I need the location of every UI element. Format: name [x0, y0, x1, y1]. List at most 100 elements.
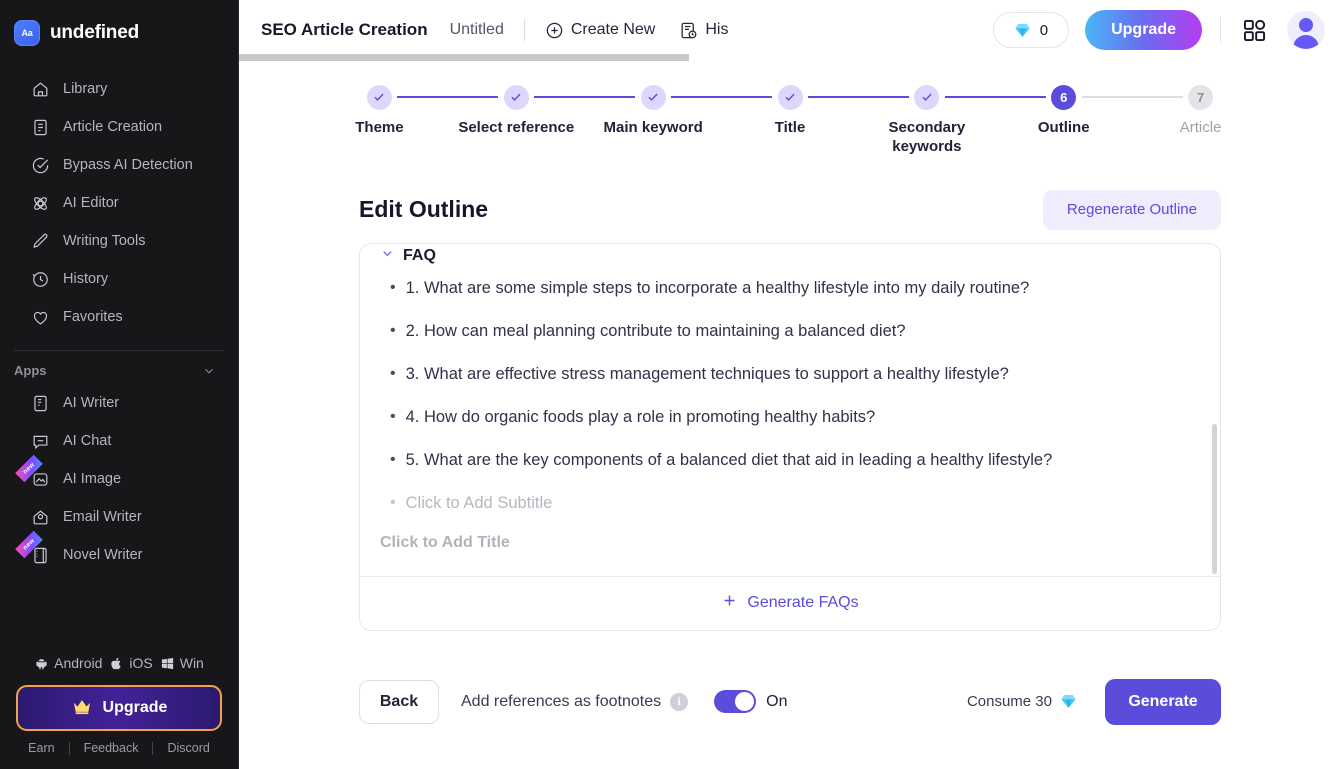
add-subtitle-row[interactable]: • Click to Add Subtitle: [380, 481, 1200, 524]
generate-button[interactable]: Generate: [1105, 678, 1221, 725]
outline-section-faq[interactable]: FAQ: [380, 244, 1200, 266]
step-title[interactable]: Title: [722, 84, 909, 157]
history-label: His: [705, 21, 729, 38]
check-icon: [785, 93, 795, 101]
outline-panel-header: Edit Outline Regenerate Outline: [359, 187, 1221, 233]
sidebar-item-ai-image[interactable]: new AI Image: [0, 454, 238, 498]
footnotes-toggle[interactable]: [714, 690, 757, 713]
avatar-body: [1293, 35, 1319, 49]
bullet-icon: •: [390, 493, 396, 511]
header-upgrade-button[interactable]: Upgrade: [1085, 10, 1202, 50]
sidebar-item-article-creation[interactable]: Article Creation: [0, 108, 238, 146]
novel-writer-icon: [30, 545, 50, 565]
outline-item[interactable]: • 2. How can meal planning contribute to…: [380, 309, 1200, 352]
sidebar-item-label: AI Image: [63, 471, 122, 487]
sidebar-item-ai-writer[interactable]: AI Writer: [0, 384, 238, 422]
sidebar-item-ai-chat[interactable]: AI Chat: [0, 422, 238, 460]
brand-name: undefined: [50, 22, 139, 43]
platform-android[interactable]: Android: [34, 655, 102, 671]
outline-scroll-region[interactable]: FAQ • 1. What are some simple steps to i…: [360, 244, 1220, 576]
outline-item[interactable]: • 3. What are effective stress managemen…: [380, 352, 1200, 395]
step-secondary-keywords[interactable]: Secondary keywords: [858, 84, 1046, 157]
outline-item-text: 3. What are effective stress management …: [405, 364, 1009, 383]
article-icon: [30, 117, 50, 137]
add-title-placeholder[interactable]: Click to Add Title: [380, 524, 1200, 562]
step-connector: [944, 96, 1046, 98]
app-logo-glyph: Aa: [21, 28, 33, 38]
sidebar-item-label: AI Editor: [63, 195, 119, 211]
apps-section-header[interactable]: Apps: [0, 351, 238, 384]
regenerate-outline-button[interactable]: Regenerate Outline: [1042, 189, 1221, 230]
sidebar-item-history[interactable]: History: [0, 260, 238, 298]
credits-count: 0: [1039, 21, 1049, 39]
generate-faqs-button[interactable]: Generate FAQs: [360, 575, 1220, 630]
clock-icon: [30, 269, 50, 289]
footer-link-feedback[interactable]: Feedback: [70, 741, 153, 755]
platform-ios[interactable]: iOS: [109, 655, 153, 671]
create-new-button[interactable]: Create New: [545, 21, 655, 40]
apps-grid-icon[interactable]: [1239, 15, 1269, 45]
back-button[interactable]: Back: [359, 679, 439, 724]
credits-button[interactable]: 0: [992, 12, 1070, 48]
footnotes-label: Add references as footnotes: [461, 692, 662, 710]
step-theme[interactable]: Theme: [311, 84, 499, 157]
wizard-footer: Back Add references as footnotes i On Co…: [359, 631, 1221, 725]
step-main-keyword[interactable]: Main keyword: [585, 84, 772, 157]
brand-logo[interactable]: Aa undefined: [0, 0, 238, 52]
sidebar-item-ai-editor[interactable]: AI Editor: [0, 184, 238, 222]
main-area: SEO Article Creation Untitled Create New…: [239, 0, 1341, 769]
footer-link-earn[interactable]: Earn: [14, 741, 68, 755]
apps-list: AI Writer AI Chat new AI Image Email Wri…: [0, 384, 238, 574]
outline-card: FAQ • 1. What are some simple steps to i…: [359, 242, 1221, 631]
check-icon: [648, 93, 658, 101]
sidebar-item-favorites[interactable]: Favorites: [0, 298, 238, 336]
step-status-indicator: 6: [1051, 84, 1077, 110]
outline-item[interactable]: • 4. How do organic foods play a role in…: [380, 395, 1200, 438]
platform-windows[interactable]: Win: [160, 655, 204, 671]
sidebar-item-label: Article Creation: [63, 119, 163, 135]
sidebar-item-novel-writer[interactable]: new Novel Writer: [0, 530, 238, 574]
outline-item[interactable]: • 1. What are some simple steps to incor…: [380, 266, 1200, 309]
sidebar-upgrade-button[interactable]: Upgrade: [16, 685, 222, 731]
outline-heading: Edit Outline: [359, 196, 489, 222]
sidebar-item-email-writer[interactable]: Email Writer: [0, 498, 238, 536]
bullet-icon: •: [390, 364, 396, 382]
step-status-indicator: [366, 84, 392, 110]
chevron-down-icon[interactable]: [202, 364, 216, 378]
outline-item-text: 1. What are some simple steps to incorpo…: [405, 278, 1030, 297]
info-icon[interactable]: i: [670, 692, 689, 711]
step-label: Outline: [1037, 119, 1090, 136]
avatar[interactable]: [1287, 11, 1325, 49]
outline-item-text: 5. What are the key components of a bala…: [405, 450, 1053, 469]
generate-faqs-label: Generate FAQs: [747, 594, 859, 611]
email-writer-icon: [30, 507, 50, 527]
document-name[interactable]: Untitled: [450, 21, 504, 39]
gem-icon: [1014, 22, 1031, 39]
step-outline[interactable]: 6 Outline: [995, 84, 1183, 157]
outline-scrollbar-thumb[interactable]: [1212, 423, 1217, 574]
chevron-down-icon[interactable]: [380, 246, 395, 266]
step-connector: [671, 96, 772, 98]
step-select-reference[interactable]: Select reference: [448, 84, 636, 157]
add-subtitle-placeholder: Click to Add Subtitle: [405, 493, 553, 512]
history-button[interactable]: His: [679, 21, 728, 40]
step-status-indicator: 7: [1188, 84, 1214, 110]
ai-image-icon: [30, 469, 50, 489]
step-label: Main keyword: [603, 119, 703, 136]
sidebar-item-writing-tools[interactable]: Writing Tools: [0, 222, 238, 260]
sidebar-item-bypass-ai-detection[interactable]: Bypass AI Detection: [0, 146, 238, 184]
sidebar-item-label: Novel Writer: [63, 547, 143, 563]
page-title: SEO Article Creation: [261, 20, 428, 39]
step-article[interactable]: 7 Article: [1132, 84, 1269, 157]
sidebar-item-label: Email Writer: [63, 509, 142, 525]
sidebar-item-library[interactable]: Library: [0, 70, 238, 108]
ai-writer-icon: [30, 393, 50, 413]
apple-icon: [111, 657, 122, 669]
step-label: Article: [1179, 119, 1222, 136]
avatar-head: [1299, 18, 1313, 32]
toggle-knob: [735, 692, 755, 711]
sidebar: Aa undefined Library Article Creation By…: [0, 0, 239, 769]
outline-item[interactable]: • 5. What are the key components of a ba…: [380, 438, 1200, 481]
consume-cost: Consume 30: [967, 693, 1077, 710]
footer-link-discord[interactable]: Discord: [153, 741, 223, 755]
